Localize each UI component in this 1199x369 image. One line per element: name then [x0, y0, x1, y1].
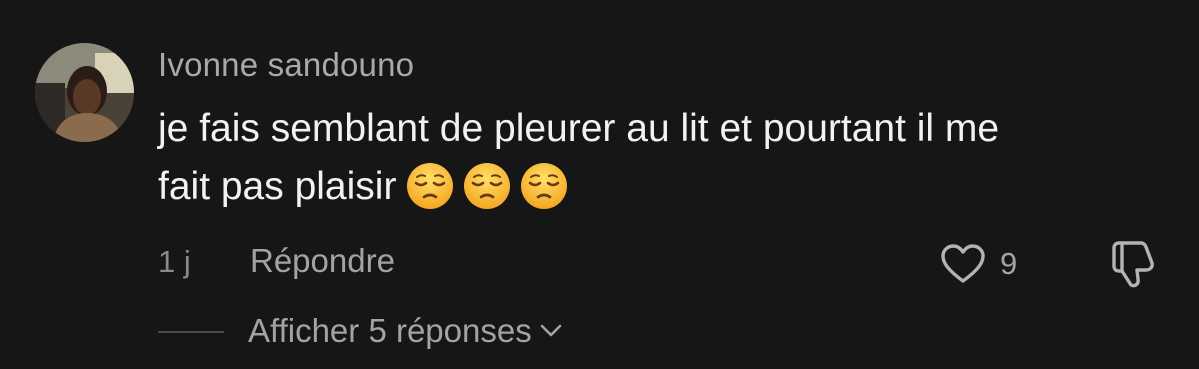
comment-text-line-1: je fais semblant de pleurer au lit et po… — [158, 107, 1000, 150]
view-replies-label: Afficher 5 réponses — [248, 312, 532, 349]
like-count: 9 — [1000, 246, 1018, 281]
replies-divider — [158, 331, 224, 333]
comment-timestamp: 1 j — [158, 244, 191, 279]
heart-outline-icon — [940, 243, 986, 285]
reply-button[interactable]: Répondre — [250, 242, 395, 280]
avatar-photo — [35, 43, 134, 142]
chevron-down-icon — [532, 324, 562, 338]
like-button[interactable]: 9 — [940, 240, 1017, 288]
comment-item: Ivonne sandouno je fais semblant de pleu… — [0, 0, 1199, 369]
dislike-button[interactable] — [1108, 238, 1160, 290]
username[interactable]: Ivonne sandouno — [158, 46, 414, 84]
pensive-face-emoji — [406, 162, 454, 210]
view-replies-button[interactable]: Afficher 5 réponses — [248, 312, 562, 350]
thumbs-down-outline-icon — [1108, 238, 1160, 290]
avatar[interactable] — [35, 43, 134, 142]
pensive-face-emoji — [520, 162, 568, 210]
comment-text-line-2: fait pas plaisir — [158, 165, 397, 208]
comment-text: je fais semblant de pleurer au lit et po… — [158, 100, 1118, 218]
pensive-face-emoji — [463, 162, 511, 210]
emoji-row — [406, 160, 577, 218]
